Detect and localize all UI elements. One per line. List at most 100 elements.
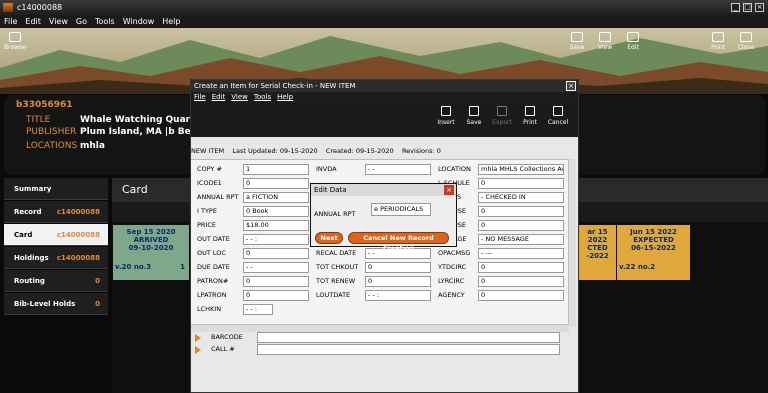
use-field-2[interactable]: 0 — [478, 220, 564, 231]
export-icon — [497, 106, 507, 116]
out-loc-field[interactable]: 0 — [243, 248, 309, 259]
app-window: c14000088 _ □ × File Edit View Go Tools Windo… — [0, 0, 768, 393]
menu-help[interactable]: Help — [158, 15, 184, 28]
back-arrow-icon — [9, 32, 21, 42]
vertical-scrollbar[interactable] — [568, 159, 576, 327]
locations-value: mhla — [80, 141, 105, 151]
locations-label: LOCATIONS — [26, 141, 78, 151]
field-label: S — [457, 193, 462, 201]
view-button[interactable]: View — [590, 32, 620, 51]
horizontal-scrollbar[interactable] — [191, 324, 569, 332]
sidebar: Summary Record c14000088 Card c14000088 Ho… — [4, 178, 108, 393]
menu-tools[interactable]: Tools — [91, 15, 119, 28]
call-number-input[interactable] — [257, 344, 560, 355]
menu-view[interactable]: View — [45, 15, 72, 28]
opacmsg-field[interactable]: - --- — [478, 248, 564, 259]
save-icon — [469, 106, 479, 116]
field-label: LOUTDATE — [316, 291, 351, 299]
record-id: b33056961 — [16, 100, 73, 110]
sidebar-item-routing[interactable]: Routing 0 — [4, 270, 108, 292]
menu-bar: File Edit View Go Tools Window Help — [0, 15, 768, 28]
field-label: OPACMSG — [438, 249, 471, 257]
price-field[interactable]: $18.00 — [243, 220, 309, 231]
message-field[interactable]: - NO MESSAGE — [478, 234, 564, 245]
dialog-menu-help[interactable]: Help — [274, 92, 296, 103]
patron-field[interactable]: 0 — [243, 276, 309, 287]
field-label: OUT LOC — [197, 249, 226, 257]
location-field[interactable]: mhla MHLS Collections Av — [478, 164, 564, 175]
print-button[interactable]: Print — [703, 32, 733, 51]
schedule-field[interactable]: 0 — [478, 178, 564, 189]
menu-edit[interactable]: Edit — [21, 15, 45, 28]
lyrcirc-field[interactable]: 0 — [478, 276, 564, 287]
ytdcirc-field[interactable]: 0 — [478, 262, 564, 273]
icode1-field[interactable]: 0 — [243, 178, 309, 189]
loutdate-field[interactable]: - - : — [365, 290, 431, 301]
dialog-menu-file[interactable]: File — [191, 92, 209, 103]
sidebar-item-summary[interactable]: Summary — [4, 178, 108, 200]
sidebar-item-bib-level-holds[interactable]: Bib-Level Holds 0 — [4, 293, 108, 315]
edit-button[interactable]: Edit — [618, 32, 648, 51]
print-icon — [525, 106, 535, 116]
out-date-field[interactable]: - - : — [243, 234, 309, 245]
field-label: COPY # — [197, 165, 222, 173]
edit-field-label: ANNUAL RPT — [314, 210, 356, 218]
tot-chkout-field[interactable]: 0 — [365, 262, 431, 273]
sidebar-item-card[interactable]: Card c14000088 — [4, 224, 108, 246]
card-box-expected-2[interactable]: Jun 15 2022 EXPECTED 06-15-2022 v.22 no.… — [617, 225, 690, 280]
menu-go[interactable]: Go — [72, 15, 91, 28]
sidebar-item-record[interactable]: Record c14000088 — [4, 201, 108, 223]
insert-button[interactable]: Insert — [432, 106, 460, 126]
use-field-1[interactable]: 0 — [478, 206, 564, 217]
call-number-label: CALL # — [211, 345, 235, 353]
agency-field[interactable]: 0 — [478, 290, 564, 301]
status-field[interactable]: - CHECKED IN — [478, 192, 564, 203]
menu-window[interactable]: Window — [119, 15, 159, 28]
annual-rpt-field[interactable]: a FICTION — [243, 192, 309, 203]
dialog-toolbar: Insert Save Export Print Cancel — [191, 103, 578, 137]
save-button[interactable]: Save — [562, 32, 592, 51]
export-button[interactable]: Export — [488, 106, 516, 126]
close-button[interactable]: Close — [731, 32, 761, 51]
dialog-menu-view[interactable]: View — [228, 92, 251, 103]
annual-rpt-edit-input[interactable]: e PERIODICALS — [371, 203, 431, 216]
dialog-menu-edit[interactable]: Edit — [209, 92, 229, 103]
dialog-menu-tools[interactable]: Tools — [251, 92, 274, 103]
card-box-expected-1[interactable]: ar 15 2022 CTED -2022 — [579, 225, 616, 280]
next-button[interactable]: Next — [315, 232, 343, 244]
sidebar-item-holdings[interactable]: Holdings c14000088 — [4, 247, 108, 269]
barcode-input[interactable] — [257, 332, 560, 343]
field-label: YTDCIRC — [438, 263, 467, 271]
tot-renew-field[interactable]: 0 — [365, 276, 431, 287]
field-label: TOT CHKOUT — [316, 263, 359, 271]
close-icon[interactable]: × — [755, 3, 764, 12]
due-date-field[interactable]: - - — [243, 262, 309, 273]
field-label: INVDA — [316, 165, 337, 173]
dialog-save-button[interactable]: Save — [460, 106, 488, 126]
barcode-row: BARCODE — [191, 332, 578, 343]
edit-dialog-title: Edit Data × — [311, 184, 456, 196]
invda-field[interactable]: - - — [365, 164, 431, 175]
dialog-print-button[interactable]: Print — [516, 106, 544, 126]
browse-button[interactable]: Browse — [0, 32, 30, 51]
cancel-button[interactable]: Cancel — [544, 106, 572, 126]
edit-close-icon[interactable]: × — [444, 185, 454, 195]
itype-field[interactable]: 0 Book — [243, 206, 309, 217]
lchkin-field[interactable]: - - : — [243, 304, 273, 315]
publisher-value: Plum Island, MA |b Bell Roc — [80, 127, 190, 137]
field-label: LOCATION — [438, 165, 471, 173]
cancel-new-record-button[interactable]: Cancel New Record Creation — [348, 232, 449, 252]
edit-dialog-body: ANNUAL RPT e PERIODICALS Next Cancel New… — [311, 196, 456, 252]
field-label: ANNUAL RPT — [197, 193, 239, 201]
minimize-icon[interactable]: _ — [731, 3, 740, 12]
menu-file[interactable]: File — [0, 15, 21, 28]
arrow-icon — [195, 334, 201, 342]
title-bar: c14000088 _ □ × — [0, 0, 768, 15]
field-label: PATRON# — [197, 277, 229, 285]
card-box-arrived[interactable]: Sep 15 2020 ARRIVED 09-10-2020 v.20 no.3… — [113, 225, 189, 280]
maximize-icon[interactable]: □ — [743, 3, 752, 12]
lpatron-field[interactable]: 0 — [243, 290, 309, 301]
copy-field[interactable]: 1 — [243, 164, 309, 175]
dialog-close-icon[interactable]: × — [566, 81, 576, 91]
dialog-menu-bar: File Edit View Tools Help — [191, 92, 578, 103]
